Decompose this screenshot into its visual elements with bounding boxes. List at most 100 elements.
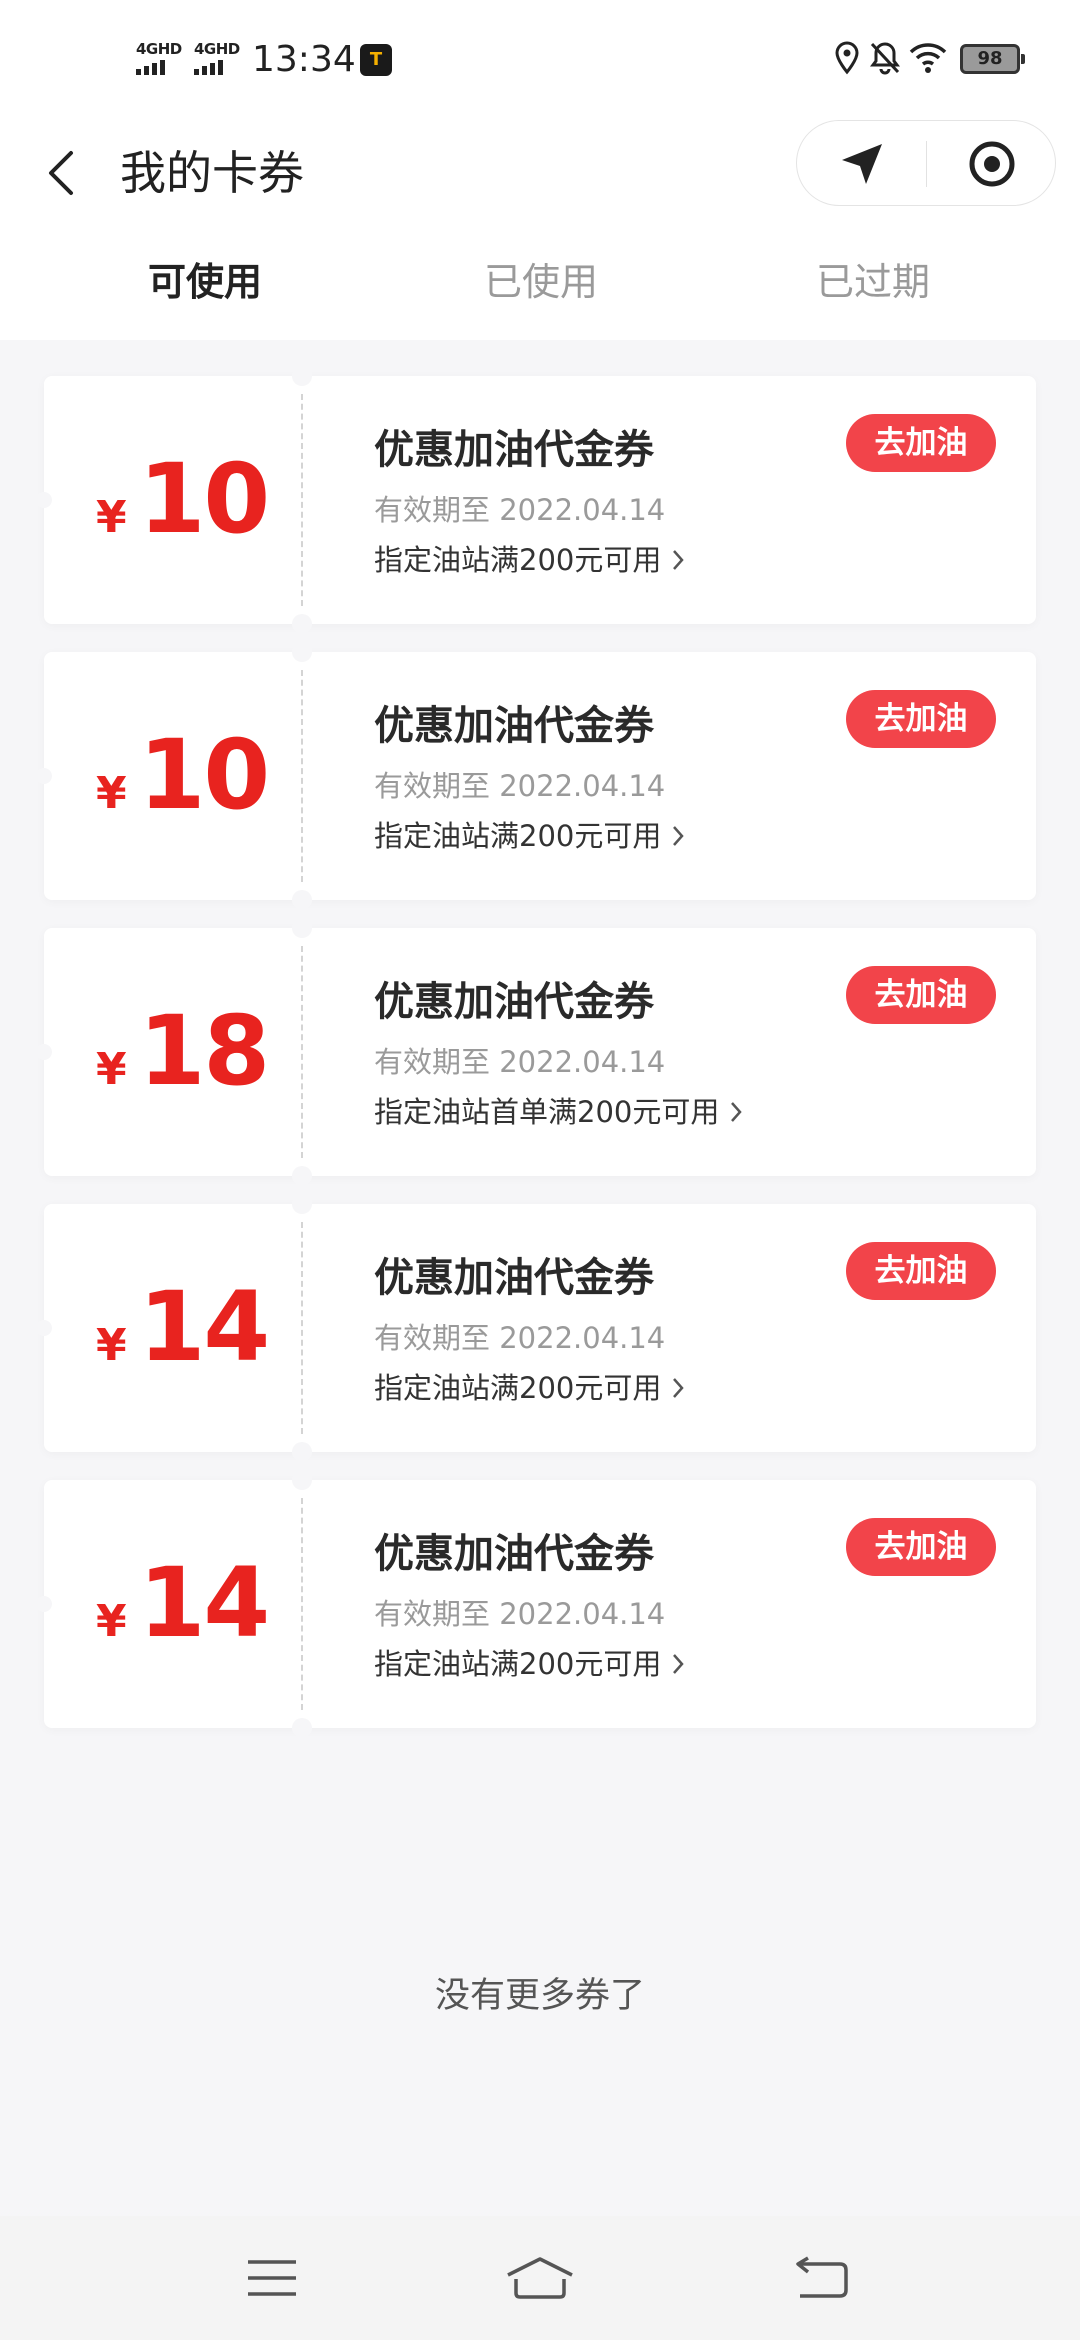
coupon-condition: 指定油站满200元可用 xyxy=(374,543,662,577)
coupon-expiry: 有效期至 2022.04.14 xyxy=(374,493,666,527)
coupon-condition: 指定油站满200元可用 xyxy=(374,819,662,853)
coupon-side-notch xyxy=(36,1596,52,1612)
network-label-1: 4GHD xyxy=(136,40,182,58)
coupon-notch xyxy=(292,1166,312,1186)
network-label-2: 4GHD xyxy=(194,40,240,58)
coupon-title: 优惠加油代金券 xyxy=(374,427,654,473)
currency-symbol: ¥ xyxy=(96,1044,127,1095)
amount-value: 14 xyxy=(138,1547,271,1659)
coupon-amount: ¥ 14 xyxy=(96,1547,271,1659)
coupon-side-notch xyxy=(36,1320,52,1336)
coupon-notch xyxy=(292,1470,312,1490)
coupon-expiry: 有效期至 2022.04.14 xyxy=(374,769,666,803)
coupon-list: ¥ 10 优惠加油代金券 有效期至 2022.04.14 指定油站满200元可用… xyxy=(36,366,1036,1756)
coupon-expiry: 有效期至 2022.04.14 xyxy=(374,1597,666,1631)
coupon-notch xyxy=(292,642,312,662)
coupon-card[interactable]: ¥ 14 优惠加油代金券 有效期至 2022.04.14 指定油站满200元可用… xyxy=(36,1194,1036,1462)
go-refuel-button[interactable]: 去加油 xyxy=(846,1518,996,1576)
coupon-amount: ¥ 18 xyxy=(96,995,271,1107)
go-refuel-button[interactable]: 去加油 xyxy=(846,414,996,472)
coupon-notch xyxy=(292,918,312,938)
home-icon xyxy=(507,2257,573,2299)
signal-bars-icon xyxy=(194,60,223,75)
chevron-right-icon xyxy=(671,1376,685,1400)
coupon-card[interactable]: ¥ 10 优惠加油代金券 有效期至 2022.04.14 指定油站满200元可用… xyxy=(36,642,1036,910)
coupon-condition-link[interactable]: 指定油站首单满200元可用 xyxy=(374,1092,743,1132)
coupon-side-notch xyxy=(36,492,52,508)
tab-available[interactable]: 可使用 xyxy=(148,252,262,312)
coupon-condition-link[interactable]: 指定油站满200元可用 xyxy=(374,540,685,580)
tab-expired[interactable]: 已过期 xyxy=(816,252,930,312)
coupon-side-notch xyxy=(36,1044,52,1060)
coupon-condition: 指定油站满200元可用 xyxy=(374,1371,662,1405)
chevron-right-icon xyxy=(671,548,685,572)
coupon-notch xyxy=(292,890,312,910)
nav-bar: 我的卡券 xyxy=(0,120,1080,230)
menu-icon xyxy=(248,2260,296,2296)
coupon-expiry: 有效期至 2022.04.14 xyxy=(374,1321,666,1355)
coupon-divider xyxy=(301,946,303,1158)
coupon-side-notch xyxy=(36,768,52,784)
go-refuel-button[interactable]: 去加油 xyxy=(846,966,996,1024)
menu-button[interactable] xyxy=(222,2238,322,2318)
signal-2: 4GHD xyxy=(194,42,240,75)
app-notification-icon: T xyxy=(360,44,392,76)
currency-symbol: ¥ xyxy=(96,1596,127,1647)
coupon-notch xyxy=(292,366,312,386)
coupon-amount: ¥ 10 xyxy=(96,443,271,555)
coupon-title: 优惠加油代金券 xyxy=(374,979,654,1025)
coupon-title: 优惠加油代金券 xyxy=(374,703,654,749)
coupon-expiry: 有效期至 2022.04.14 xyxy=(374,1045,666,1079)
amount-value: 18 xyxy=(138,995,271,1107)
bell-off-icon xyxy=(868,40,902,80)
coupon-amount: ¥ 14 xyxy=(96,1271,271,1383)
coupon-notch xyxy=(292,1718,312,1738)
coupon-condition-link[interactable]: 指定油站满200元可用 xyxy=(374,816,685,856)
back-arrow-icon xyxy=(49,151,73,195)
currency-symbol: ¥ xyxy=(96,492,127,543)
page-title: 我的卡券 xyxy=(120,146,304,200)
coupon-condition-link[interactable]: 指定油站满200元可用 xyxy=(374,1368,685,1408)
back-button[interactable] xyxy=(30,138,90,208)
return-icon xyxy=(796,2256,848,2298)
currency-symbol: ¥ xyxy=(96,768,127,819)
coupon-condition-link[interactable]: 指定油站满200元可用 xyxy=(374,1644,685,1684)
status-time: 13:34 xyxy=(252,39,356,80)
mini-program-capsule xyxy=(796,120,1056,206)
coupon-divider xyxy=(301,394,303,606)
close-mini-program-button[interactable] xyxy=(927,121,1056,207)
coupon-card[interactable]: ¥ 10 优惠加油代金券 有效期至 2022.04.14 指定油站满200元可用… xyxy=(36,366,1036,634)
coupon-condition: 指定油站满200元可用 xyxy=(374,1647,662,1681)
coupon-notch xyxy=(292,1194,312,1214)
no-more-coupons-text: 没有更多券了 xyxy=(434,1976,645,2016)
battery-indicator: 98 xyxy=(960,44,1025,74)
chevron-right-icon xyxy=(671,1652,685,1676)
coupon-notch xyxy=(292,1442,312,1462)
navigation-arrow-icon xyxy=(841,144,882,184)
coupon-condition: 指定油站首单满200元可用 xyxy=(374,1095,720,1129)
coupon-card[interactable]: ¥ 18 优惠加油代金券 有效期至 2022.04.14 指定油站首单满200元… xyxy=(36,918,1036,1186)
location-icon xyxy=(832,40,862,80)
navigation-button[interactable] xyxy=(797,121,926,207)
currency-symbol: ¥ xyxy=(96,1320,127,1371)
coupon-divider xyxy=(301,1498,303,1710)
coupon-divider xyxy=(301,670,303,882)
signal-bars-icon xyxy=(136,60,165,75)
target-icon xyxy=(969,141,1014,187)
wifi-icon xyxy=(908,40,948,80)
coupon-title: 优惠加油代金券 xyxy=(374,1255,654,1301)
amount-value: 10 xyxy=(138,719,271,831)
go-refuel-button[interactable]: 去加油 xyxy=(846,690,996,748)
home-button[interactable] xyxy=(490,2238,590,2318)
coupon-card[interactable]: ¥ 14 优惠加油代金券 有效期至 2022.04.14 指定油站满200元可用… xyxy=(36,1470,1036,1738)
amount-value: 14 xyxy=(138,1271,271,1383)
chevron-right-icon xyxy=(671,824,685,848)
coupon-notch xyxy=(292,614,312,634)
amount-value: 10 xyxy=(138,443,271,555)
go-refuel-button[interactable]: 去加油 xyxy=(846,1242,996,1300)
tab-used[interactable]: 已使用 xyxy=(484,252,598,312)
coupon-amount: ¥ 10 xyxy=(96,719,271,831)
tab-bar: 可使用 已使用 已过期 xyxy=(0,230,1080,340)
status-bar: 4GHD 4GHD 13:34 T 98 xyxy=(0,0,1080,120)
return-button[interactable] xyxy=(772,2238,872,2318)
